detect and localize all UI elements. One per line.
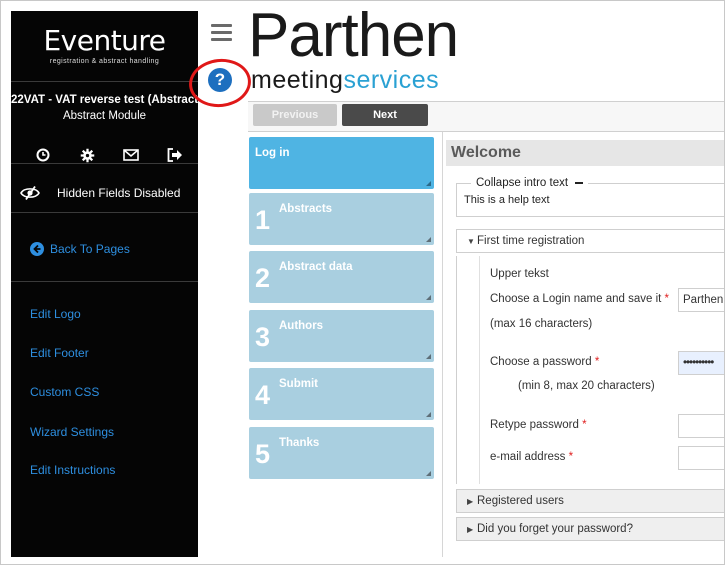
- site-logo-sub: meetingservices: [251, 65, 439, 95]
- required-asterisk: *: [582, 419, 587, 431]
- sidebar-toolbar: [34, 145, 184, 165]
- step-label: Log in: [255, 147, 290, 159]
- event-subtitle: Abstract Module: [62, 110, 147, 122]
- accordion-title: Did you forget your password?: [477, 523, 633, 535]
- edit-instructions-link[interactable]: Edit Instructions: [30, 463, 115, 477]
- step-corner: [426, 295, 431, 300]
- caret-right-icon: ▶: [467, 497, 474, 506]
- accordion-title: First time registration: [477, 235, 585, 247]
- menu-bar: [211, 31, 232, 34]
- menu-bar: [211, 24, 232, 27]
- step-number: 3: [255, 322, 271, 352]
- back-to-pages-link[interactable]: Back To Pages: [30, 242, 130, 256]
- step-number: 4: [255, 380, 271, 410]
- envelope-icon[interactable]: [122, 146, 140, 164]
- menu-toggle-icon[interactable]: [211, 24, 232, 41]
- step-label: Authors: [279, 320, 324, 332]
- clock-icon[interactable]: [34, 146, 52, 164]
- brand: Eventure registration & abstract handlin…: [11, 25, 198, 66]
- admin-sidebar: Eventure registration & abstract handlin…: [11, 11, 198, 557]
- eye-slash-icon: [19, 184, 41, 202]
- upper-text: Upper tekst: [490, 268, 549, 280]
- step-corner: [426, 354, 431, 359]
- panel-divider: [442, 132, 443, 557]
- app-window: Eventure registration & abstract handlin…: [0, 0, 725, 565]
- custom-css-link[interactable]: Custom CSS: [30, 385, 99, 399]
- event-title: 22VAT - VAT reverse test (Abstract...: [11, 94, 198, 106]
- step-number: 1: [255, 205, 271, 235]
- collapse-intro-label: Collapse intro text: [476, 177, 569, 189]
- login-name-label: Choose a Login name and save it *: [490, 293, 669, 305]
- step-label: Abstracts: [279, 203, 333, 215]
- retype-label-text: Retype password: [490, 419, 579, 431]
- site-logo-main: Parthen: [248, 1, 459, 70]
- first-time-registration-header[interactable]: ▼ First time registration: [456, 229, 724, 253]
- caret-right-icon: ▶: [467, 525, 474, 534]
- step-number: 5: [255, 439, 271, 469]
- step-corner: [426, 471, 431, 476]
- minus-icon: [575, 182, 584, 184]
- brand-tagline: registration & abstract handling: [49, 58, 160, 65]
- arrow-left-circle-icon: [30, 242, 44, 256]
- edit-logo-link[interactable]: Edit Logo: [30, 307, 81, 321]
- menu-bar: [211, 38, 232, 41]
- required-asterisk: *: [664, 293, 670, 305]
- step-authors[interactable]: 3 Authors: [249, 310, 434, 362]
- password-input[interactable]: ••••••••••: [678, 351, 724, 375]
- hidden-fields-label: Hidden Fields Disabled: [57, 186, 181, 200]
- next-button[interactable]: Next: [342, 104, 428, 126]
- password-label-text: Choose a password: [490, 356, 592, 368]
- hidden-fields-toggle[interactable]: Hidden Fields Disabled: [11, 182, 198, 204]
- gear-icon[interactable]: [78, 146, 96, 164]
- divider: [11, 212, 198, 213]
- password-hint: (min 8, max 20 characters): [518, 380, 655, 392]
- required-asterisk: *: [594, 356, 600, 368]
- step-label: Thanks: [279, 437, 320, 449]
- retype-password-input[interactable]: [678, 414, 724, 438]
- retype-password-label: Retype password *: [490, 419, 587, 431]
- logo-sub-accent: services: [343, 66, 440, 94]
- step-submit[interactable]: 4 Submit: [249, 368, 434, 420]
- step-log-in[interactable]: Log in: [249, 137, 434, 189]
- step-corner: [426, 412, 431, 417]
- step-number: 2: [255, 263, 271, 293]
- password-label: Choose a password *: [490, 356, 599, 368]
- caret-down-icon: ▼: [467, 237, 475, 246]
- login-name-hint: (max 16 characters): [490, 318, 593, 330]
- step-label: Abstract data: [279, 261, 353, 273]
- logo-sub-dark: meeting: [251, 66, 344, 94]
- step-abstract-data[interactable]: 2 Abstract data: [249, 251, 434, 303]
- intro-help-text: This is a help text: [464, 194, 550, 206]
- step-corner: [426, 237, 431, 242]
- wizard-settings-link[interactable]: Wizard Settings: [30, 425, 114, 439]
- login-name-input[interactable]: Parthen: [678, 288, 724, 312]
- welcome-heading: Welcome: [446, 140, 724, 166]
- forgot-password-header[interactable]: ▶ Did you forget your password?: [456, 517, 724, 541]
- divider: [11, 163, 198, 164]
- step-abstracts[interactable]: 1 Abstracts: [249, 193, 434, 245]
- required-asterisk: *: [568, 451, 574, 463]
- login-label-text: Choose a Login name and save it: [490, 293, 662, 305]
- edit-footer-link[interactable]: Edit Footer: [30, 346, 89, 360]
- step-thanks[interactable]: 5 Thanks: [249, 427, 434, 479]
- step-label: Submit: [279, 378, 318, 390]
- previous-button[interactable]: Previous: [253, 104, 337, 126]
- back-to-pages-label: Back To Pages: [50, 242, 130, 256]
- registered-users-header[interactable]: ▶ Registered users: [456, 489, 724, 513]
- step-corner: [426, 181, 431, 186]
- email-input[interactable]: [678, 446, 724, 470]
- form-indent-line: [479, 256, 480, 484]
- divider: [11, 281, 198, 282]
- collapse-intro-toggle[interactable]: Collapse intro text: [471, 177, 589, 189]
- sign-out-icon[interactable]: [166, 146, 184, 164]
- accordion-title: Registered users: [477, 495, 564, 507]
- divider: [11, 81, 198, 82]
- email-label: e-mail address *: [490, 451, 573, 463]
- email-label-text: e-mail address: [490, 451, 566, 463]
- brand-name: Eventure: [43, 24, 166, 57]
